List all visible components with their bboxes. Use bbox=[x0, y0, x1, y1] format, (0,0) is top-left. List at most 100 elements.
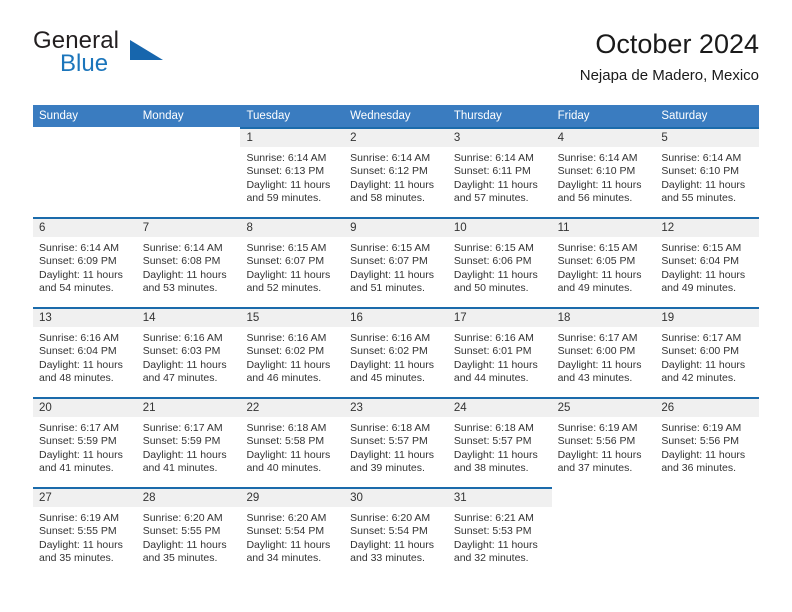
calendar-day-cell-11[interactable]: 11 Sunrise: 6:15 AM Sunset: 6:05 PM Dayligh… bbox=[551, 217, 656, 307]
day-number-band: 12 bbox=[655, 217, 760, 237]
day-info-line: Sunrise: 6:17 AM bbox=[661, 332, 742, 344]
day-info-line: Daylight: 11 hours bbox=[453, 538, 538, 551]
day-sun-info: Sunrise: 6:20 AM Sunset: 5:55 PM Daylight:… bbox=[137, 507, 241, 566]
day-info-line: Daylight: 11 hours bbox=[246, 178, 331, 191]
calendar-day-cell-15[interactable]: 15 Sunrise: 6:16 AM Sunset: 6:02 PM Dayligh… bbox=[240, 307, 345, 397]
calendar-day-cell-20[interactable]: 20 Sunrise: 6:17 AM Sunset: 5:59 PM Dayligh… bbox=[33, 397, 137, 487]
day-sun-info: Sunrise: 6:16 AM Sunset: 6:02 PM Daylight:… bbox=[344, 327, 448, 386]
day-number: 6 bbox=[39, 222, 46, 234]
weekday-header-row: Sunday Monday Tuesday Wednesday Thursday Frid… bbox=[33, 105, 759, 127]
day-info-line: and 35 minutes. bbox=[39, 552, 114, 565]
day-number-band: 5 bbox=[655, 127, 760, 147]
day-sun-info: Sunrise: 6:19 AM Sunset: 5:56 PM Daylight:… bbox=[655, 417, 759, 476]
calendar-day-cell-16[interactable]: 16 Sunrise: 6:16 AM Sunset: 6:02 PM Dayligh… bbox=[344, 307, 448, 397]
weekday-header-tuesday: Tuesday bbox=[246, 110, 291, 122]
page-title: October 2024 bbox=[595, 29, 759, 59]
calendar-day-cell-21[interactable]: 21 Sunrise: 6:17 AM Sunset: 5:59 PM Dayligh… bbox=[136, 397, 241, 487]
calendar-page: General Blue October 2024 Nejapa de Made… bbox=[0, 0, 792, 612]
day-info-line: Daylight: 11 hours bbox=[661, 448, 746, 461]
day-sun-info: Sunrise: 6:14 AM Sunset: 6:13 PM Daylight:… bbox=[240, 147, 344, 206]
calendar-day-cell-10[interactable]: 10 Sunrise: 6:15 AM Sunset: 6:06 PM Dayligh… bbox=[447, 217, 552, 307]
calendar-day-cell-9[interactable]: 9 Sunrise: 6:15 AM Sunset: 6:07 PM Daylight… bbox=[344, 217, 448, 307]
day-number: 26 bbox=[661, 402, 675, 414]
day-info-line: Sunset: 5:54 PM bbox=[246, 525, 325, 538]
day-info-line: Sunrise: 6:20 AM bbox=[142, 512, 223, 524]
calendar-day-cell-5[interactable]: 5 Sunrise: 6:14 AM Sunset: 6:10 PM Daylight… bbox=[655, 127, 760, 217]
day-info-line: Sunrise: 6:14 AM bbox=[661, 152, 742, 164]
calendar-day-cell-7[interactable]: 7 Sunrise: 6:14 AM Sunset: 6:08 PM Daylight… bbox=[136, 217, 241, 307]
day-number-band: 28 bbox=[136, 487, 241, 507]
day-info-line: and 49 minutes. bbox=[557, 282, 633, 295]
calendar-day-cell-1[interactable]: 1 Sunrise: 6:14 AM Sunset: 6:13 PM Daylight… bbox=[240, 127, 345, 217]
weekday-header-saturday: Saturday bbox=[661, 110, 708, 122]
calendar-day-cell-24[interactable]: 24 Sunrise: 6:18 AM Sunset: 5:57 PM Dayligh… bbox=[447, 397, 552, 487]
day-number-band: 15 bbox=[240, 307, 345, 327]
calendar-week-row: 6 Sunrise: 6:14 AM Sunset: 6:09 PM Daylight… bbox=[33, 217, 760, 307]
day-info-line: and 45 minutes. bbox=[350, 372, 425, 385]
day-info-line: and 48 minutes. bbox=[39, 372, 114, 385]
calendar-day-cell-12[interactable]: 12 Sunrise: 6:15 AM Sunset: 6:04 PM Dayligh… bbox=[655, 217, 760, 307]
day-number-band: 2 bbox=[344, 127, 448, 147]
calendar-day-cell-13[interactable]: 13 Sunrise: 6:16 AM Sunset: 6:04 PM Dayligh… bbox=[33, 307, 137, 397]
calendar-day-cell-empty bbox=[136, 127, 241, 217]
calendar-day-cell-22[interactable]: 22 Sunrise: 6:18 AM Sunset: 5:58 PM Dayligh… bbox=[240, 397, 345, 487]
day-info-line: and 53 minutes. bbox=[142, 282, 218, 295]
day-info-line: Sunset: 5:56 PM bbox=[661, 435, 739, 448]
day-info-line: Sunrise: 6:19 AM bbox=[39, 512, 119, 524]
calendar-day-cell-29[interactable]: 29 Sunrise: 6:20 AM Sunset: 5:54 PM Dayligh… bbox=[240, 487, 345, 577]
triangle-icon bbox=[130, 40, 163, 60]
calendar-day-cell-28[interactable]: 28 Sunrise: 6:20 AM Sunset: 5:55 PM Dayligh… bbox=[136, 487, 241, 577]
calendar-day-cell-4[interactable]: 4 Sunrise: 6:14 AM Sunset: 6:10 PM Daylight… bbox=[551, 127, 656, 217]
day-info-line: Sunrise: 6:20 AM bbox=[246, 512, 327, 524]
day-sun-info: Sunrise: 6:21 AM Sunset: 5:53 PM Daylight:… bbox=[448, 507, 552, 566]
day-info-line: Daylight: 11 hours bbox=[350, 358, 435, 371]
day-number-band: 26 bbox=[655, 397, 760, 417]
day-number-band: 9 bbox=[344, 217, 448, 237]
day-info-line: Sunset: 6:07 PM bbox=[246, 255, 325, 268]
day-number: 14 bbox=[142, 312, 156, 324]
day-number: 17 bbox=[453, 312, 467, 324]
calendar-day-cell-19[interactable]: 19 Sunrise: 6:17 AM Sunset: 6:00 PM Dayligh… bbox=[655, 307, 760, 397]
day-number-band: 11 bbox=[551, 217, 656, 237]
calendar-day-cell-6[interactable]: 6 Sunrise: 6:14 AM Sunset: 6:09 PM Daylight… bbox=[33, 217, 137, 307]
calendar-day-cell-23[interactable]: 23 Sunrise: 6:18 AM Sunset: 5:57 PM Dayligh… bbox=[344, 397, 448, 487]
calendar-day-cell-30[interactable]: 30 Sunrise: 6:20 AM Sunset: 5:54 PM Dayligh… bbox=[344, 487, 448, 577]
calendar-day-cell-27[interactable]: 27 Sunrise: 6:19 AM Sunset: 5:55 PM Dayligh… bbox=[33, 487, 137, 577]
day-number: 28 bbox=[142, 492, 156, 504]
day-info-line: Daylight: 11 hours bbox=[39, 358, 123, 371]
calendar-day-cell-8[interactable]: 8 Sunrise: 6:15 AM Sunset: 6:07 PM Daylight… bbox=[240, 217, 345, 307]
day-sun-info: Sunrise: 6:14 AM Sunset: 6:09 PM Daylight:… bbox=[33, 237, 137, 296]
calendar-day-cell-3[interactable]: 3 Sunrise: 6:14 AM Sunset: 6:11 PM Daylight… bbox=[447, 127, 552, 217]
day-sun-info: Sunrise: 6:20 AM Sunset: 5:54 PM Daylight:… bbox=[344, 507, 448, 566]
day-sun-info: Sunrise: 6:15 AM Sunset: 6:06 PM Daylight:… bbox=[448, 237, 552, 296]
calendar-day-cell-25[interactable]: 25 Sunrise: 6:19 AM Sunset: 5:56 PM Dayligh… bbox=[551, 397, 656, 487]
day-info-line: Sunset: 6:07 PM bbox=[350, 255, 428, 268]
calendar-day-cell-17[interactable]: 17 Sunrise: 6:16 AM Sunset: 6:01 PM Dayligh… bbox=[447, 307, 552, 397]
day-info-line: Sunrise: 6:17 AM bbox=[39, 422, 119, 434]
day-number: 22 bbox=[246, 402, 260, 414]
calendar-day-cell-14[interactable]: 14 Sunrise: 6:16 AM Sunset: 6:03 PM Dayligh… bbox=[136, 307, 241, 397]
day-sun-info: Sunrise: 6:16 AM Sunset: 6:04 PM Daylight:… bbox=[33, 327, 137, 386]
day-number-band: 29 bbox=[240, 487, 345, 507]
calendar-day-cell-2[interactable]: 2 Sunrise: 6:14 AM Sunset: 6:12 PM Daylight… bbox=[344, 127, 448, 217]
calendar-week-row: 1 Sunrise: 6:14 AM Sunset: 6:13 PM Daylight… bbox=[33, 127, 760, 217]
calendar-day-cell-18[interactable]: 18 Sunrise: 6:17 AM Sunset: 6:00 PM Dayligh… bbox=[551, 307, 656, 397]
day-number-band: 13 bbox=[33, 307, 137, 327]
day-info-line: Daylight: 11 hours bbox=[39, 448, 123, 461]
calendar-day-cell-31[interactable]: 31 Sunrise: 6:21 AM Sunset: 5:53 PM Dayligh… bbox=[447, 487, 552, 577]
calendar-day-cell-empty bbox=[551, 487, 656, 577]
day-info-line: Sunrise: 6:16 AM bbox=[350, 332, 431, 344]
day-info-line: and 44 minutes. bbox=[453, 372, 529, 385]
day-number-band: 20 bbox=[33, 397, 137, 417]
day-info-line: Daylight: 11 hours bbox=[350, 178, 435, 191]
day-info-line: Daylight: 11 hours bbox=[246, 538, 331, 551]
calendar-day-cell-26[interactable]: 26 Sunrise: 6:19 AM Sunset: 5:56 PM Dayligh… bbox=[655, 397, 760, 487]
day-info-line: Sunrise: 6:14 AM bbox=[39, 242, 119, 254]
day-number-band: 1 bbox=[240, 127, 345, 147]
day-info-line: Sunrise: 6:14 AM bbox=[142, 242, 223, 254]
day-info-line: Daylight: 11 hours bbox=[453, 358, 538, 371]
day-number: 13 bbox=[39, 312, 52, 324]
calendar-day-cell-empty bbox=[655, 487, 760, 577]
day-number-band bbox=[136, 127, 241, 147]
day-number-band: 24 bbox=[447, 397, 552, 417]
